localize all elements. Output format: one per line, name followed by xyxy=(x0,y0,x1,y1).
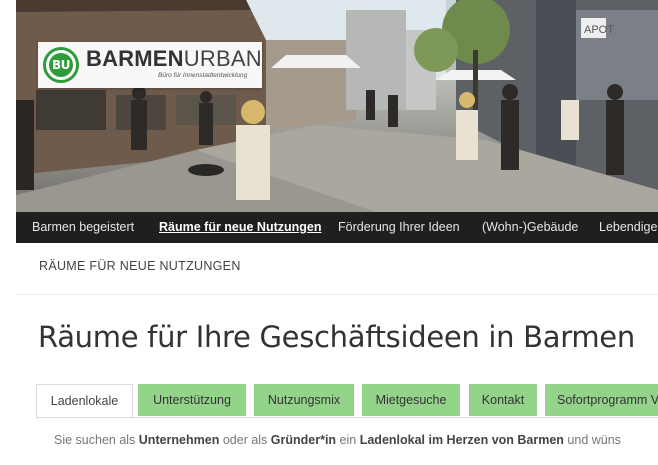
logo-badge-text: BU xyxy=(49,53,73,77)
intro-bold-gruender: Gründer*in xyxy=(270,433,337,447)
intro-text-1: Sie suchen als xyxy=(54,433,139,447)
hero-illustration: APOT xyxy=(16,0,658,212)
tabs-baseline xyxy=(36,417,658,418)
tab-unterstuetzung[interactable]: Unterstützung xyxy=(138,384,246,416)
nav-item-lebendige[interactable]: Lebendige xyxy=(599,212,657,243)
section-divider xyxy=(16,294,658,295)
breadcrumb: RÄUME FÜR NEUE NUTZUNGEN xyxy=(39,259,241,273)
bu-badge-icon: BU xyxy=(43,47,79,83)
content-tabs: Ladenlokale Unterstützung Nutzungsmix Mi… xyxy=(36,384,658,418)
tab-sofortprogramm[interactable]: Sofortprogramm V xyxy=(545,384,658,416)
logo-word-light: URBAN xyxy=(183,46,262,71)
intro-paragraph: Sie suchen als Unternehmen oder als Grün… xyxy=(54,433,658,447)
page-title: Räume für Ihre Geschäftsideen in Barmen xyxy=(38,320,635,354)
logo-tagline: Büro für Innenstadtentwicklung xyxy=(158,72,248,79)
shop-sign: APOT xyxy=(584,24,614,36)
tab-kontakt[interactable]: Kontakt xyxy=(469,384,537,416)
nav-item-barmen-begeistert[interactable]: Barmen begeistert xyxy=(32,212,134,243)
nav-item-foerderung-ihrer-ideen[interactable]: Förderung Ihrer Ideen xyxy=(338,212,460,243)
nav-item-wohn-gebaeude[interactable]: (Wohn-)Gebäude xyxy=(482,212,578,243)
barmen-urban-logo[interactable]: BU BARMENURBAN Büro für Innenstadtentwic… xyxy=(38,42,262,88)
intro-bold-ladenlokal: Ladenlokal im Herzen von Barmen xyxy=(359,433,564,447)
intro-text-2: oder als xyxy=(219,433,271,447)
hero-street-image: APOT BU BARMENURBAN Büro für Innenstadte… xyxy=(16,0,658,212)
tab-mietgesuche[interactable]: Mietgesuche xyxy=(362,384,460,416)
main-navigation: Barmen begeistert Räume für neue Nutzung… xyxy=(16,212,658,243)
logo-word-bold: BARMEN xyxy=(86,46,184,71)
tab-nutzungsmix[interactable]: Nutzungsmix xyxy=(254,384,354,416)
logo-wordmark: BARMENURBAN xyxy=(86,47,262,71)
intro-bold-unternehmen: Unternehmen xyxy=(138,433,220,447)
intro-text-4: und wüns xyxy=(563,433,621,447)
intro-text-3: ein xyxy=(336,433,360,447)
tab-ladenlokale[interactable]: Ladenlokale xyxy=(36,384,133,418)
nav-item-raeume-fuer-neue-nutzungen[interactable]: Räume für neue Nutzungen xyxy=(159,212,322,243)
